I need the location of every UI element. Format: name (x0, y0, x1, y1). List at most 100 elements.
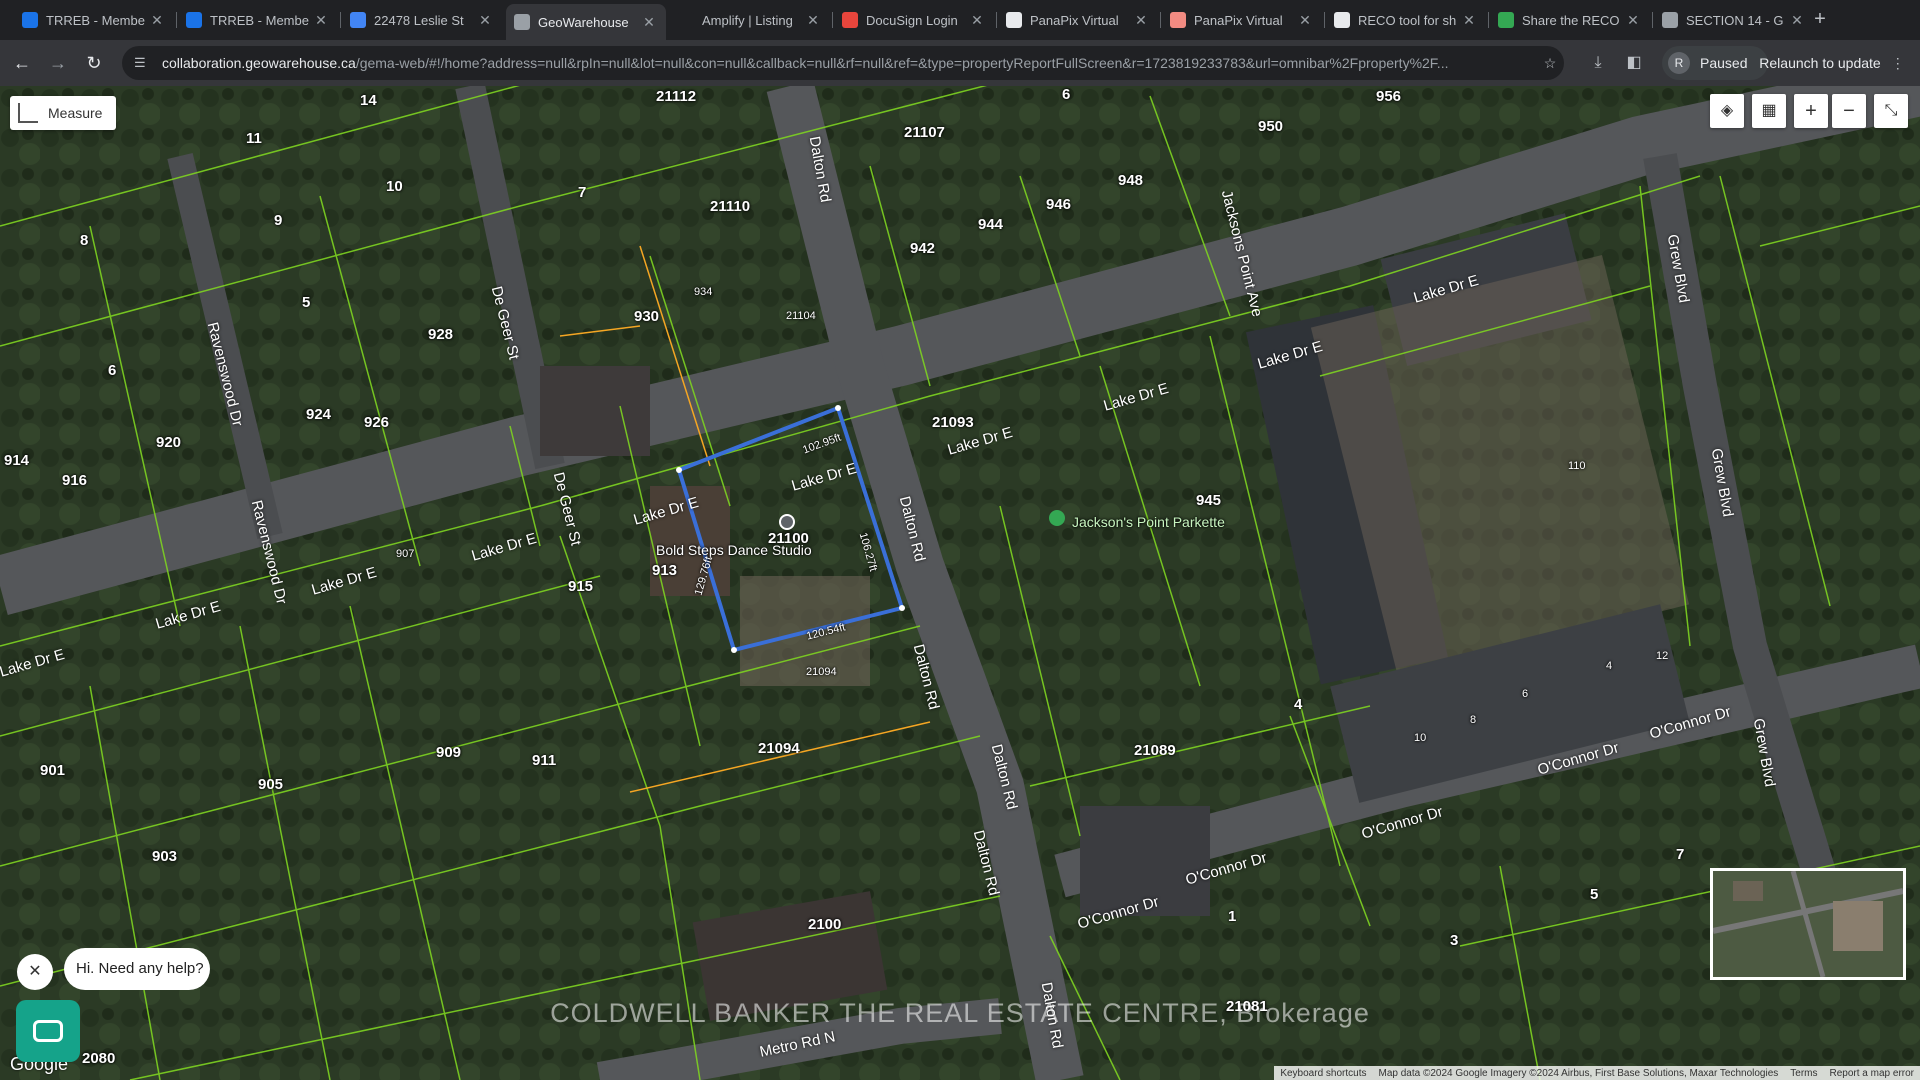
tab-separator (176, 12, 177, 28)
bookmark-star-icon[interactable]: ☆ (1536, 55, 1564, 72)
address-bar[interactable]: ☰ collaboration.geowarehouse.ca /gema-we… (122, 46, 1564, 80)
parcel-label: 944 (978, 216, 1004, 233)
parcel-label: 915 (568, 578, 594, 595)
tab-title: PanaPix Virtual (1030, 12, 1119, 28)
tab-close-icon[interactable]: ✕ (1132, 12, 1150, 29)
tab[interactable]: 22478 Leslie St ✕ (342, 6, 502, 34)
parcel-label: 924 (306, 406, 332, 423)
tab-title: 22478 Leslie St (374, 12, 464, 28)
overview-minimap[interactable] (1710, 868, 1906, 980)
tab-favicon-icon (1334, 12, 1350, 28)
relaunch-button[interactable]: Relaunch to update ⋮ (1756, 46, 1908, 80)
tab-separator (1324, 12, 1325, 28)
browser-toolbar: ← → ↻ ☰ collaboration.geowarehouse.ca /g… (0, 40, 1920, 86)
parcel-label: 1 (1228, 908, 1237, 925)
tab-close-icon[interactable]: ✕ (640, 14, 658, 31)
tab-close-icon[interactable]: ✕ (148, 12, 166, 29)
parcel-label: 948 (1118, 172, 1144, 189)
tab[interactable]: TRREB - Membe ✕ (178, 6, 338, 34)
parcel-label: 916 (62, 472, 88, 489)
parcel-label: 2080 (82, 1050, 116, 1067)
parcel-label: 945 (1196, 492, 1222, 509)
tab[interactable]: PanaPix Virtual ✕ (1162, 6, 1322, 34)
tab[interactable]: Amplify | Listing ✕ (670, 6, 830, 34)
back-button[interactable]: ← (8, 49, 36, 77)
brokerage-watermark: COLDWELL BANKER THE REAL ESTATE CENTRE, … (550, 998, 1370, 1028)
parcel-label: 21094 (806, 666, 837, 678)
tab[interactable]: TRREB - Membe ✕ (14, 6, 174, 34)
tab-close-icon[interactable]: ✕ (312, 12, 330, 29)
tab-favicon-icon (514, 14, 530, 30)
map-canvas[interactable]: 21112 14 11 10 9 8 7 5 6 928 924 926 920… (0, 86, 1920, 1080)
layers-button[interactable]: ◈ (1710, 94, 1744, 128)
poi-dance-studio[interactable]: Bold Steps Dance Studio (656, 542, 812, 558)
parcel-label: 942 (910, 240, 936, 257)
parcel-label: 930 (634, 308, 660, 325)
download-icon[interactable]: ⤓ (1586, 51, 1610, 75)
tab-favicon-icon (1662, 12, 1678, 28)
profile-status: Paused (1700, 55, 1748, 71)
parcel-label: 7 (1676, 846, 1685, 863)
tab-close-icon[interactable]: ✕ (1460, 12, 1478, 29)
tab-close-icon[interactable]: ✕ (1624, 12, 1642, 29)
parcel-label: 21094 (758, 740, 800, 757)
profile-paused-button[interactable]: R Paused (1662, 46, 1768, 80)
parcel-label: 913 (652, 562, 678, 579)
tab-favicon-icon (842, 12, 858, 28)
measure-button[interactable]: Measure (10, 96, 116, 130)
parcel-label: 5 (302, 294, 311, 311)
poi-parkette[interactable]: Jackson's Point Parkette (1072, 514, 1225, 530)
parcel-label: 4 (1294, 696, 1303, 713)
tab[interactable]: RECO tool for sh ✕ (1326, 6, 1486, 34)
terms-link[interactable]: Terms (1784, 1068, 1823, 1079)
reload-button[interactable]: ↻ (80, 49, 108, 77)
map-attribution: Keyboard shortcuts Map data ©2024 Google… (1274, 1066, 1920, 1080)
chat-prompt-bubble[interactable]: Hi. Need any help? (64, 948, 210, 990)
keyboard-shortcuts-link[interactable]: Keyboard shortcuts (1274, 1068, 1372, 1079)
tab-close-icon[interactable]: ✕ (1296, 12, 1314, 29)
chat-close-button[interactable]: ✕ (17, 954, 53, 990)
parcel-label: 21093 (932, 414, 974, 431)
tab-favicon-icon (186, 12, 202, 28)
side-panel-icon[interactable]: ◧ (1622, 51, 1646, 75)
tab[interactable]: SECTION 14 - G ✕ (1654, 6, 1814, 34)
parcel-label: 950 (1258, 118, 1284, 135)
zoom-in-button[interactable]: + (1794, 94, 1828, 128)
exit-fullscreen-button[interactable]: ⤡ (1874, 94, 1908, 128)
collapse-icon: ⤡ (1884, 102, 1898, 119)
tab-favicon-icon (1006, 12, 1022, 28)
parcel-label: 12 (1656, 650, 1669, 662)
parcel-label: 956 (1376, 88, 1402, 105)
tab-title: Amplify | Listing (702, 12, 793, 28)
tab-separator (1488, 12, 1489, 28)
parcel-label: 3 (1450, 932, 1459, 949)
report-map-error-link[interactable]: Report a map error (1824, 1068, 1920, 1079)
tab-separator (1652, 12, 1653, 28)
map-type-button[interactable]: ▦ (1752, 94, 1786, 128)
forward-button[interactable]: → (44, 49, 72, 77)
tab-close-icon[interactable]: ✕ (1788, 12, 1806, 29)
layers-icon: ◈ (1720, 102, 1734, 119)
tab-close-icon[interactable]: ✕ (968, 12, 986, 29)
parcel-label: 6 (108, 362, 117, 379)
parcel-label: 907 (396, 548, 415, 560)
tab-favicon-icon (1170, 12, 1186, 28)
tab-close-icon[interactable]: ✕ (804, 12, 822, 29)
parcel-label: 21107 (904, 124, 945, 141)
tab-title: Share the RECO (1522, 12, 1620, 28)
tab-close-icon[interactable]: ✕ (476, 12, 494, 29)
parcel-label: 21104 (786, 310, 816, 322)
tab-title: TRREB - Membe (210, 12, 309, 28)
tab-title: TRREB - Membe (46, 12, 145, 28)
map-imagery (0, 86, 1920, 1080)
site-info-icon[interactable]: ☰ (134, 55, 152, 71)
new-tab-button[interactable]: + (1808, 8, 1832, 32)
chat-launcher-button[interactable] (16, 1000, 80, 1062)
url-path: /gema-web/#!/home?address=null&rpIn=null… (355, 55, 1449, 71)
tab[interactable]: Share the RECO ✕ (1490, 6, 1650, 34)
zoom-out-button[interactable]: − (1832, 94, 1866, 128)
tab[interactable]: GeoWarehouse ✕ (506, 4, 666, 40)
tab-favicon-icon (678, 12, 694, 28)
tab[interactable]: PanaPix Virtual ✕ (998, 6, 1158, 34)
tab[interactable]: DocuSign Login ✕ (834, 6, 994, 34)
